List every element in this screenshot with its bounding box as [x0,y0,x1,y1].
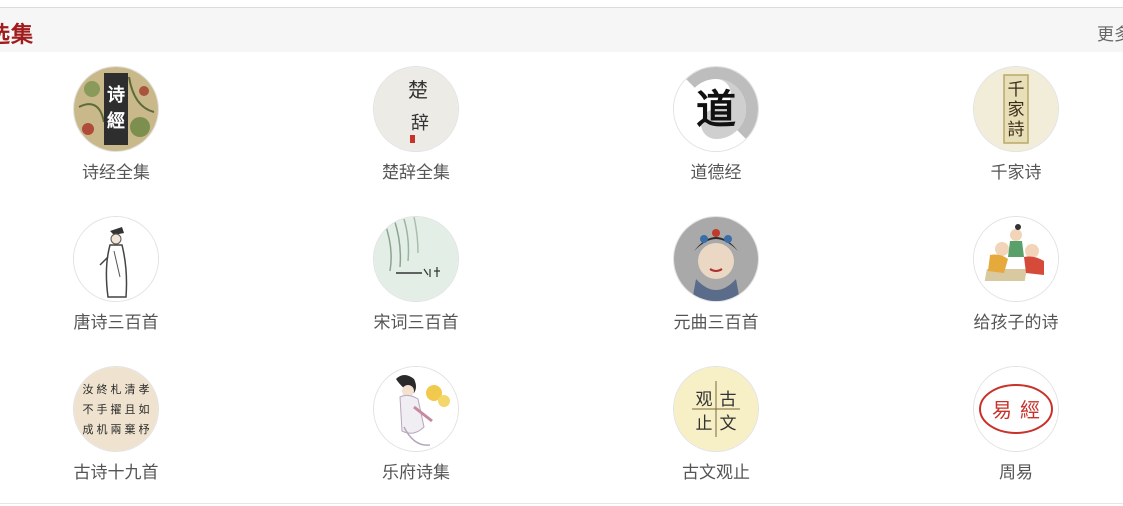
collection-item-zhouyi[interactable]: 易 經 周易 [936,366,1096,484]
svg-text:诗: 诗 [107,85,125,106]
calligraphy-icon: 汝終札清孝不手擢且如成机兩棄杼 [73,366,159,452]
calligraphy-glyph: 成 [83,423,94,436]
section-title: 选集 [0,23,35,48]
calligraphy-glyph: 不 [83,403,94,416]
yuefu-lady-icon [373,366,459,452]
collection-label: 唐诗三百首 [73,313,159,333]
collection-label: 给孩子的诗 [973,313,1059,333]
collection-item-chuci[interactable]: 楚 辞 楚辞全集 [336,66,496,184]
collection-label: 古文观止 [682,463,750,483]
collection-item-guwen[interactable]: 观 古 止 文 古文观止 [636,366,796,484]
svg-text:經: 經 [1020,398,1040,422]
calligraphy-glyph: 机 [97,422,108,436]
svg-text:文: 文 [720,414,737,434]
shijing-cover-icon: 诗 經 [73,66,159,152]
svg-text:辞: 辞 [411,113,429,134]
collection-label: 元曲三百首 [673,313,759,333]
calligraphy-glyph: 汝 [83,382,94,396]
calligraphy-glyph: 如 [139,402,150,416]
collection-label: 古诗十九首 [73,463,159,483]
collection-item-songci[interactable]: 宋词三百首 [336,216,496,334]
collection-label: 千家诗 [990,163,1042,183]
svg-text:观: 观 [696,390,713,410]
guwenguanzhi-cover-icon: 观 古 止 文 [673,366,759,452]
collection-item-children[interactable]: 给孩子的诗 [936,216,1096,334]
collection-item-gushi[interactable]: 汝終札清孝不手擢且如成机兩棄杼 古诗十九首 [36,366,196,484]
svg-text:道: 道 [696,87,736,133]
collection-item-tangshi[interactable]: 唐诗三百首 [36,216,196,334]
collection-item-daodejing[interactable]: 道 道德经 [636,66,796,184]
calligraphy-glyph: 擢 [111,402,122,416]
chuci-cover-icon: 楚 辞 [373,66,459,152]
children-playing-icon [973,216,1059,302]
svg-text:家: 家 [1008,100,1025,120]
collection-label: 诗经全集 [82,163,150,183]
calligraphy-glyph: 孝 [139,383,150,396]
collection-item-qianjiashi[interactable]: 千 家 詩 千家诗 [936,66,1096,184]
collection-label: 乐府诗集 [382,463,450,483]
collection-label: 楚辞全集 [382,163,450,183]
svg-text:千: 千 [1008,80,1025,100]
collection-item-yuanqu[interactable]: 元曲三百首 [636,216,796,334]
collection-label: 道德经 [690,163,742,183]
svg-text:楚: 楚 [408,78,428,102]
zhouyi-seal-icon: 易 經 [973,366,1059,452]
calligraphy-glyph: 終 [97,382,108,396]
calligraphy-glyph: 兩 [111,423,122,436]
calligraphy-glyph: 清 [125,383,136,396]
collection-label: 宋词三百首 [373,313,459,333]
svg-text:古: 古 [720,390,737,410]
collection-label: 周易 [999,463,1033,483]
collection-item-yuefu[interactable]: 乐府诗集 [336,366,496,484]
svg-text:易: 易 [992,398,1012,422]
calligraphy-glyph: 手 [97,402,108,416]
collection-item-shijing[interactable]: 诗 經 诗经全集 [36,66,196,184]
songci-willow-icon [373,216,459,302]
calligraphy-glyph: 杼 [139,422,150,436]
svg-text:詩: 詩 [1008,120,1025,140]
yuanqu-opera-icon [673,216,759,302]
calligraphy-glyph: 札 [111,383,122,396]
section-header: 选集 更多 [0,8,1123,52]
bottom-divider [0,503,1123,504]
daodejing-cover-icon: 道 [673,66,759,152]
calligraphy-glyph: 且 [125,403,136,416]
qianjiashi-cover-icon: 千 家 詩 [973,66,1059,152]
calligraphy-glyph: 棄 [125,422,136,436]
tangshi-poet-icon [73,216,159,302]
more-link[interactable]: 更多 [1097,20,1123,45]
svg-text:止: 止 [696,414,713,434]
svg-text:經: 經 [107,110,125,132]
